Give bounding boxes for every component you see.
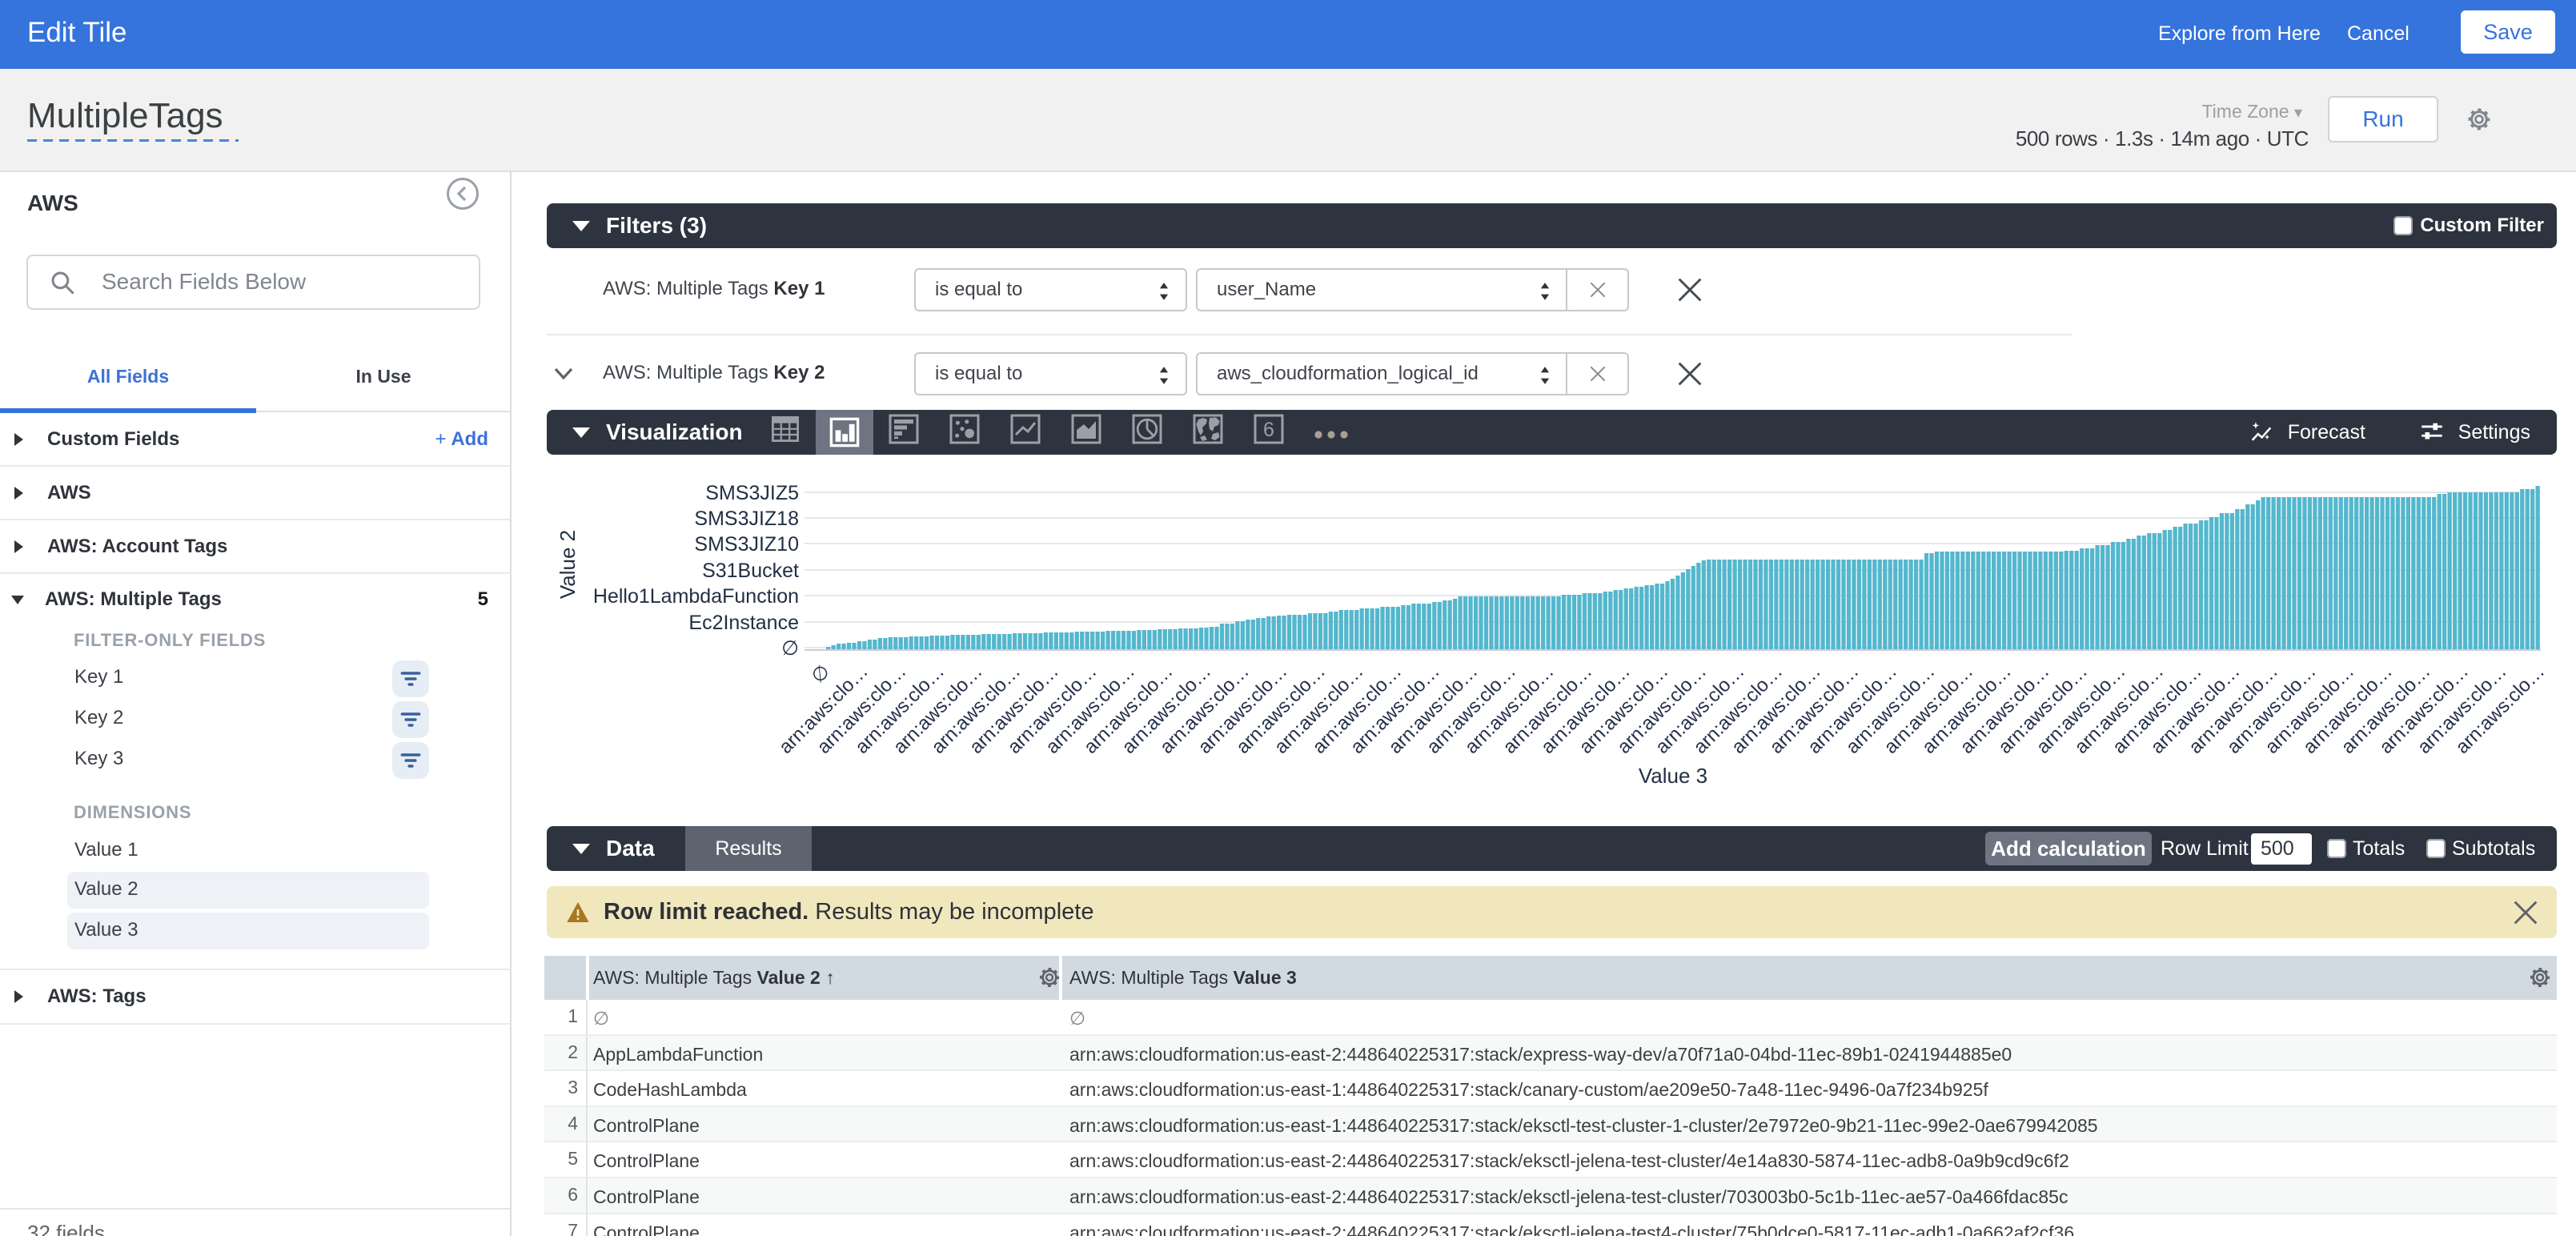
svg-text:SMS3JIZ10: SMS3JIZ10	[694, 533, 799, 556]
svg-text:Value 3: Value 3	[1639, 764, 1707, 788]
svg-text:SMS3JIZ18: SMS3JIZ18	[694, 508, 799, 530]
svg-text:∅: ∅	[807, 660, 834, 688]
svg-text:SMS3JIZ5: SMS3JIZ5	[705, 482, 799, 504]
svg-text:Ec2Instance: Ec2Instance	[688, 612, 799, 634]
svg-text:S31Bucket: S31Bucket	[702, 560, 799, 582]
svg-text:∅: ∅	[781, 637, 799, 660]
svg-text:6: 6	[1263, 419, 1274, 441]
svg-text:Value 2: Value 2	[556, 530, 580, 599]
svg-text:Hello1LambdaFunction: Hello1LambdaFunction	[593, 585, 799, 608]
